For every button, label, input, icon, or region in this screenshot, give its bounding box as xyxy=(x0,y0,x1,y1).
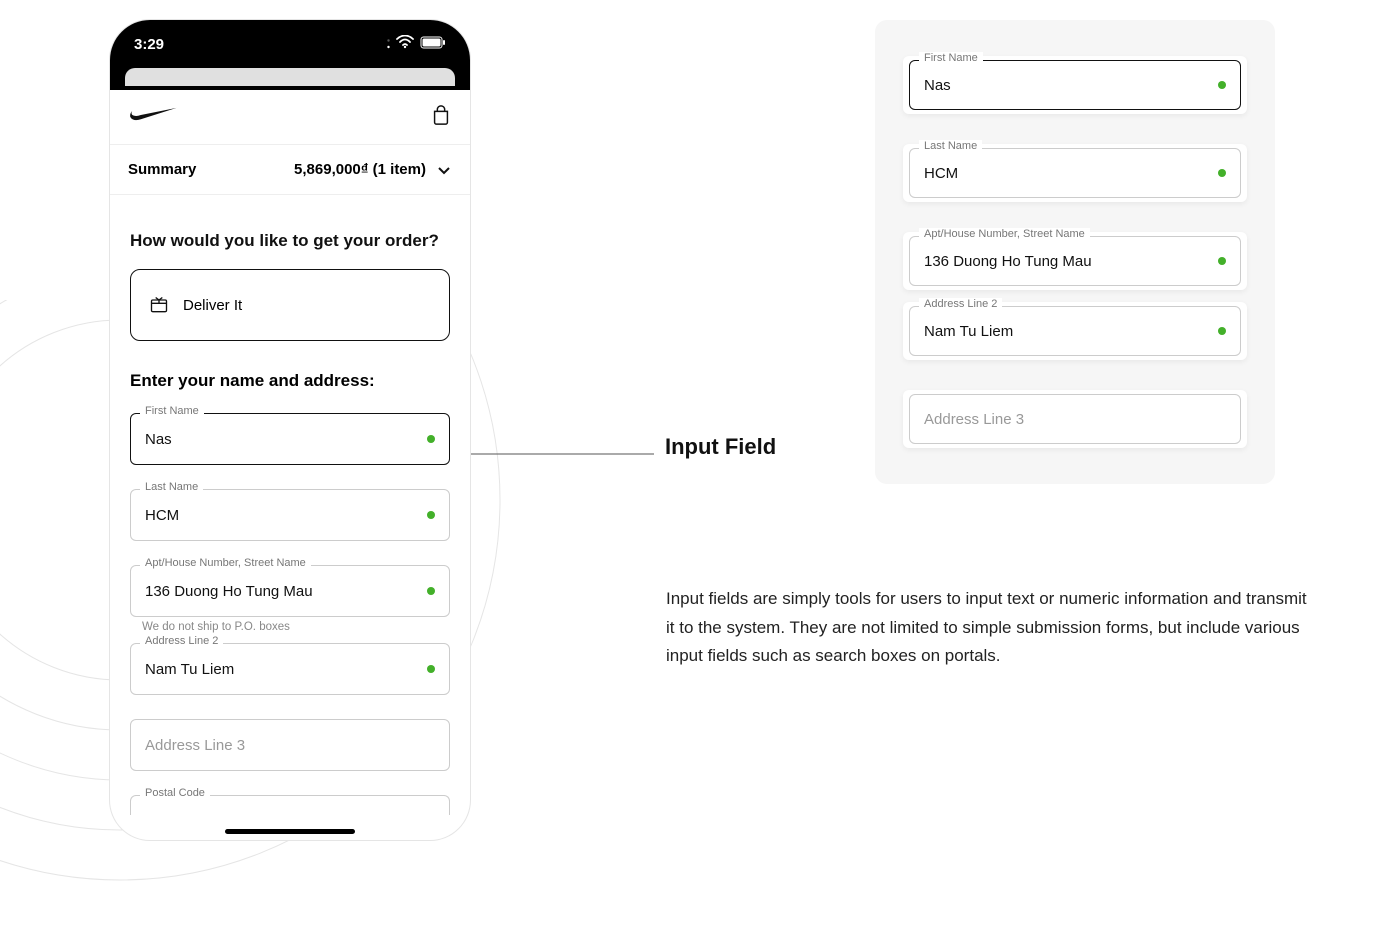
address3-field[interactable]: Address Line 3 xyxy=(130,719,450,771)
status-icons xyxy=(387,35,446,53)
valid-dot-icon xyxy=(427,511,435,519)
deliver-it-option[interactable]: Deliver It xyxy=(130,269,450,341)
bag-icon[interactable] xyxy=(430,104,452,131)
last-name-field[interactable]: Last Name HCM xyxy=(130,489,450,541)
wifi-icon xyxy=(396,35,414,53)
example-first-name-field[interactable]: First Name Nas xyxy=(909,60,1241,110)
delivery-question: How would you like to get your order? xyxy=(130,231,450,251)
street-value: 136 Duong Ho Tung Mau xyxy=(145,583,313,600)
example-last-name-label: Last Name xyxy=(919,140,982,152)
example-address2-label: Address Line 2 xyxy=(919,298,1002,310)
first-name-label: First Name xyxy=(140,405,204,417)
nike-logo-icon xyxy=(128,105,178,130)
example-address2-value: Nam Tu Liem xyxy=(924,323,1013,340)
example-street-value: 136 Duong Ho Tung Mau xyxy=(924,253,1092,270)
street-hint: We do not ship to P.O. boxes xyxy=(142,621,450,633)
address2-label: Address Line 2 xyxy=(140,635,223,647)
example-last-name-card: Last Name HCM xyxy=(903,144,1247,202)
browser-chrome xyxy=(110,68,470,90)
annotation-label: Input Field xyxy=(665,434,776,460)
chevron-down-icon xyxy=(436,162,452,178)
deliver-it-label: Deliver It xyxy=(183,297,242,314)
summary-row[interactable]: Summary 5,869,000₫ (1 item) xyxy=(110,145,470,195)
summary-total: 5,869,000₫ (1 item) xyxy=(294,161,426,178)
valid-dot-icon xyxy=(1218,169,1226,177)
example-panel: First Name Nas Last Name HCM Apt/House N… xyxy=(875,20,1275,484)
example-address3-card: Address Line 3 xyxy=(903,390,1247,448)
valid-dot-icon xyxy=(427,587,435,595)
battery-icon xyxy=(420,36,446,53)
example-street-card: Apt/House Number, Street Name 136 Duong … xyxy=(903,232,1247,290)
example-address2-field[interactable]: Address Line 2 Nam Tu Liem xyxy=(909,306,1241,356)
postal-label: Postal Code xyxy=(140,787,210,799)
valid-dot-icon xyxy=(427,435,435,443)
example-last-name-field[interactable]: Last Name HCM xyxy=(909,148,1241,198)
example-first-name-card: First Name Nas xyxy=(903,56,1247,114)
cellular-icon xyxy=(387,36,390,53)
example-street-field[interactable]: Apt/House Number, Street Name 136 Duong … xyxy=(909,236,1241,286)
checkout-content: How would you like to get your order? De… xyxy=(110,195,470,833)
valid-dot-icon xyxy=(1218,81,1226,89)
example-address2-card: Address Line 2 Nam Tu Liem xyxy=(903,302,1247,360)
annotation-line xyxy=(448,449,654,459)
first-name-value: Nas xyxy=(145,431,172,448)
example-last-name-value: HCM xyxy=(924,165,958,182)
summary-label: Summary xyxy=(128,161,196,178)
address2-value: Nam Tu Liem xyxy=(145,661,234,678)
postal-field[interactable]: Postal Code xyxy=(130,795,450,815)
home-indicator xyxy=(225,829,355,834)
address2-field[interactable]: Address Line 2 Nam Tu Liem xyxy=(130,643,450,695)
last-name-label: Last Name xyxy=(140,481,203,493)
example-street-label: Apt/House Number, Street Name xyxy=(919,228,1090,240)
phone-mockup: 3:29 Summary 5,869,000₫ (1 item) xyxy=(110,20,470,840)
first-name-field[interactable]: First Name Nas xyxy=(130,413,450,465)
example-address3-placeholder: Address Line 3 xyxy=(924,411,1024,428)
example-address3-field[interactable]: Address Line 3 xyxy=(909,394,1241,444)
example-first-name-value: Nas xyxy=(924,77,951,94)
description-text: Input fields are simply tools for users … xyxy=(666,585,1308,671)
street-label: Apt/House Number, Street Name xyxy=(140,557,311,569)
valid-dot-icon xyxy=(427,665,435,673)
valid-dot-icon xyxy=(1218,257,1226,265)
street-field[interactable]: Apt/House Number, Street Name 136 Duong … xyxy=(130,565,450,617)
status-bar: 3:29 xyxy=(110,20,470,68)
package-icon xyxy=(149,295,169,315)
last-name-value: HCM xyxy=(145,507,179,524)
brand-row xyxy=(110,90,470,145)
example-first-name-label: First Name xyxy=(919,52,983,64)
status-time: 3:29 xyxy=(134,36,164,53)
address3-placeholder: Address Line 3 xyxy=(145,737,245,754)
form-title: Enter your name and address: xyxy=(130,371,450,391)
valid-dot-icon xyxy=(1218,327,1226,335)
